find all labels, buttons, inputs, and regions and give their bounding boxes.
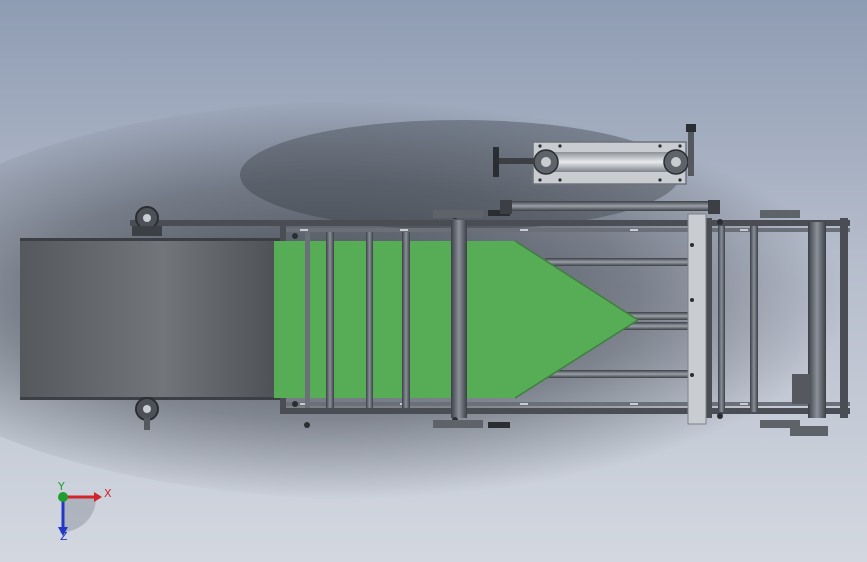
conveyor-belt[interactable] (20, 240, 280, 398)
gear-motor[interactable] (792, 374, 810, 404)
roller-5[interactable] (451, 220, 467, 418)
roller-1[interactable] (305, 232, 310, 408)
bearing-bottom-left[interactable] (433, 420, 483, 428)
top-rail[interactable] (130, 220, 850, 226)
pulley-top-guard (132, 226, 162, 236)
flange-right-hub (671, 157, 681, 167)
valve-cap[interactable] (686, 124, 696, 132)
roller-7[interactable] (750, 226, 758, 412)
belt-conveyor[interactable] (20, 238, 282, 400)
x-axis-label: X (104, 487, 112, 500)
y-axis-label: Y (57, 480, 65, 493)
middle-frame-post (706, 218, 712, 418)
roller-6[interactable] (718, 226, 725, 412)
rod-end-left (500, 200, 512, 214)
handwheel-shaft (497, 158, 535, 164)
right-frame-post (840, 218, 848, 418)
handwheel[interactable] (493, 147, 499, 177)
z-axis-label: Z (60, 530, 68, 543)
tension-rod[interactable] (508, 201, 718, 211)
rod-end-right (708, 200, 720, 214)
roller-3[interactable] (366, 232, 373, 408)
cad-viewport[interactable]: X Y Z (0, 0, 867, 562)
pulley-top-hub (143, 214, 151, 222)
flange-left-hub (541, 157, 551, 167)
top-rail-inner (280, 228, 850, 232)
bearing-mid-bottom[interactable] (790, 426, 828, 436)
bearing-top-left[interactable] (433, 210, 483, 218)
tensioner-bottom (488, 422, 510, 428)
belt-top-edge (20, 238, 282, 241)
cylinder-tube[interactable] (547, 152, 675, 172)
bottom-rail[interactable] (280, 408, 850, 414)
y-axis-dot (58, 492, 68, 502)
pulley-bottom-hub (143, 405, 151, 413)
pulley-shaft (144, 418, 150, 430)
bearing-top-right[interactable] (760, 210, 800, 218)
bottom-rail-inner (280, 402, 850, 406)
roller-2[interactable] (326, 232, 334, 408)
roller-4[interactable] (402, 232, 410, 408)
drive-drum[interactable] (808, 222, 826, 418)
assembly-view[interactable]: X Y Z (0, 0, 867, 562)
